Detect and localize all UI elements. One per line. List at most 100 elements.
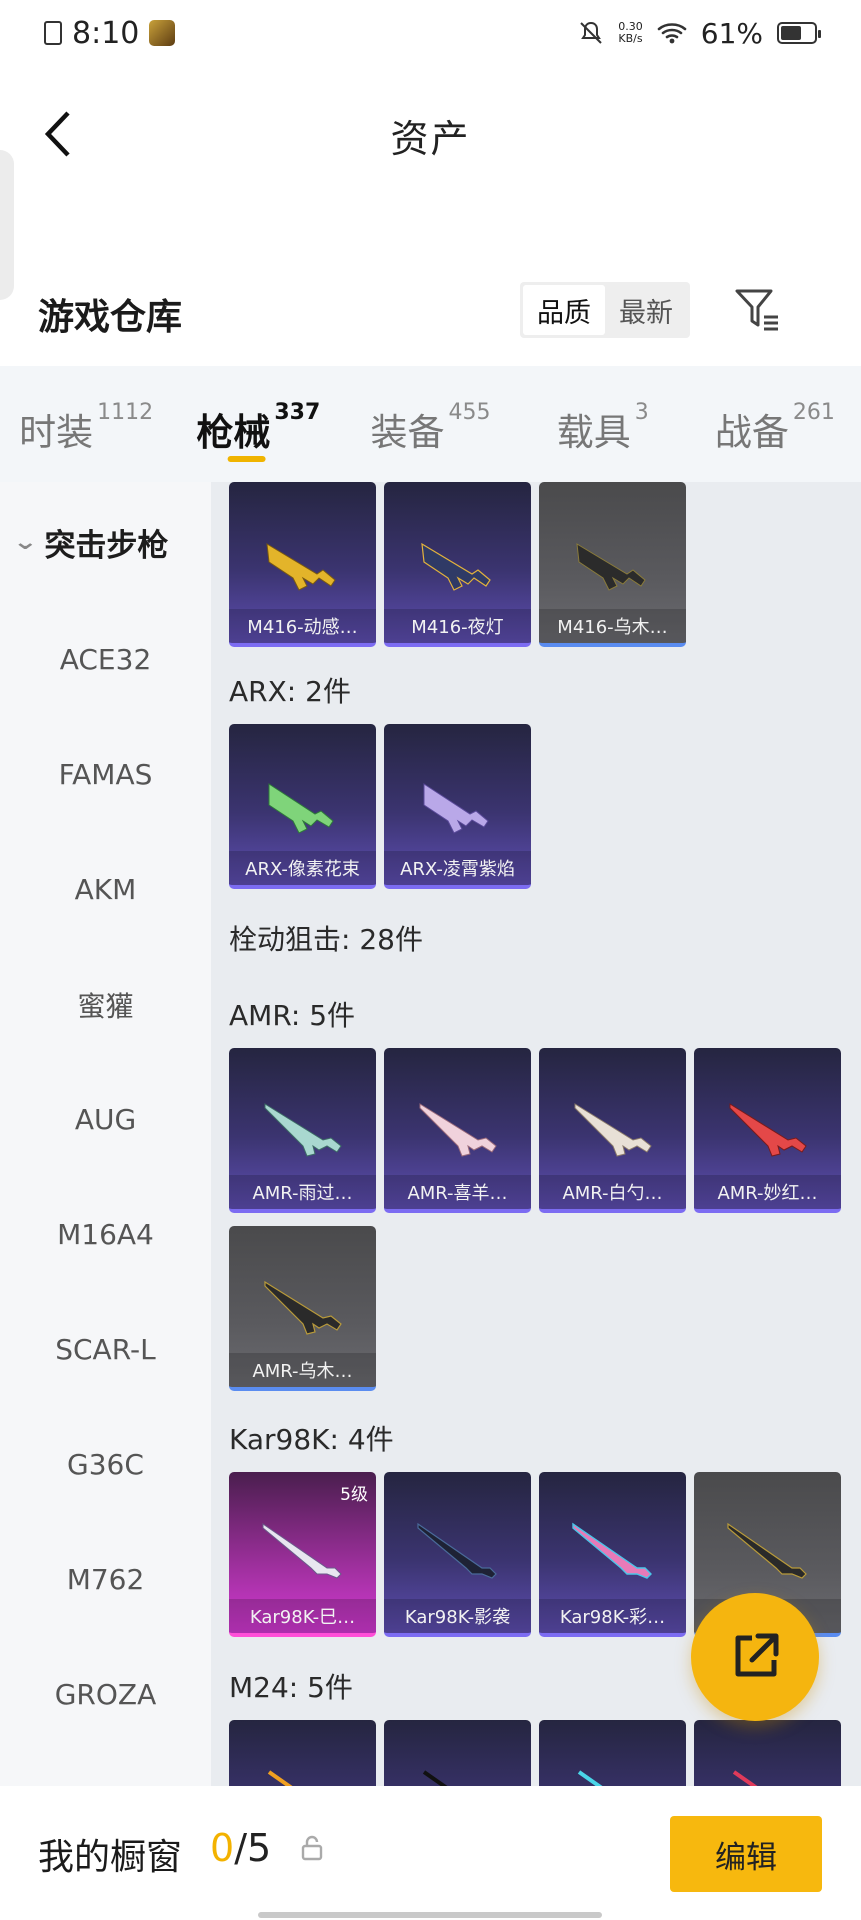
tab-count: 261 xyxy=(792,400,835,425)
weapon-card[interactable]: 5级 Kar98K-巳… xyxy=(229,1472,376,1637)
tab-count: 1112 xyxy=(97,400,154,425)
rifle-icon xyxy=(267,1770,293,1786)
sort-quality-button[interactable]: 品质 xyxy=(523,285,605,335)
category-tabs: 时装 1112 枪械 337 装备 455 载具 3 战备 261 xyxy=(0,366,861,482)
weapon-card[interactable]: AMR-雨过… xyxy=(229,1048,376,1213)
weapon-grid: M416-动感… M416-夜灯 M416-乌木… ARX: 2件 ARX-像素… xyxy=(211,482,861,1786)
net-speed-unit: KB/s xyxy=(618,32,643,45)
rifle-icon xyxy=(423,783,489,834)
battery-icon xyxy=(777,22,821,44)
sniper-icon xyxy=(264,1103,342,1157)
sidebar-item-honey-badger[interactable]: 蜜獾 xyxy=(0,947,211,1062)
status-bar: 8:10 0.30 KB/s 61% xyxy=(0,0,861,66)
weapon-name: AMR-雨过… xyxy=(229,1175,376,1209)
weapon-card[interactable] xyxy=(539,1720,686,1786)
section-amr: AMR: 5件 xyxy=(229,999,356,1032)
sniper-icon xyxy=(574,1103,652,1157)
tab-guns[interactable]: 枪械 337 xyxy=(172,366,344,482)
tab-label: 载具 xyxy=(556,411,631,454)
weapon-name: M416-乌木… xyxy=(539,609,686,643)
sidebar-item-g36c[interactable]: G36C xyxy=(0,1407,211,1522)
weapon-name: AMR-妙红… xyxy=(694,1175,841,1209)
sidebar-item-ace32[interactable]: ACE32 xyxy=(0,602,211,717)
sidebar-item-m16a4[interactable]: M16A4 xyxy=(0,1177,211,1292)
weapon-name: AMR-白勺… xyxy=(539,1175,686,1209)
wifi-icon xyxy=(657,23,687,44)
weapon-card[interactable]: AMR-喜羊… xyxy=(384,1048,531,1213)
sidebar-group-assault-rifles[interactable]: ⌄ 突击步枪 xyxy=(0,482,211,602)
weapon-name: ARX-像素花束 xyxy=(229,851,376,885)
edit-button[interactable]: 编辑 xyxy=(670,1816,822,1892)
rifle-icon xyxy=(572,1522,652,1579)
sidebar-item-m762[interactable]: M762 xyxy=(0,1522,211,1637)
sniper-icon xyxy=(264,1280,342,1335)
weapon-card[interactable] xyxy=(229,1720,376,1786)
tab-label: 装备 xyxy=(370,411,445,454)
share-button[interactable] xyxy=(691,1593,819,1721)
weapon-name: Kar98K-彩… xyxy=(539,1599,686,1633)
sidebar-item-akm[interactable]: AKM xyxy=(0,832,211,947)
sort-toggle: 品质 最新 xyxy=(520,282,690,338)
showcase-total: /5 xyxy=(234,1826,272,1870)
section-m24: M24: 5件 xyxy=(229,1671,353,1704)
showcase-current: 0 xyxy=(210,1826,235,1870)
weapon-card[interactable]: ARX-像素花束 xyxy=(229,724,376,889)
tab-skins[interactable]: 时装 1112 xyxy=(0,366,172,482)
weapon-name: AMR-乌木… xyxy=(229,1353,376,1387)
level-badge: 5级 xyxy=(340,1485,368,1505)
weapon-name: AMR-喜羊… xyxy=(384,1175,531,1209)
tab-count: 455 xyxy=(448,400,491,425)
tab-label: 枪械 xyxy=(196,411,271,454)
weapon-name: M416-夜灯 xyxy=(384,609,531,643)
rifle-icon xyxy=(417,1522,497,1579)
tab-count: 337 xyxy=(274,400,321,425)
sidebar-item-groza[interactable]: GROZA xyxy=(0,1637,211,1752)
weapon-card[interactable]: M416-夜灯 xyxy=(384,482,531,647)
weapon-card[interactable]: M416-乌木… xyxy=(539,482,686,647)
sidebar-group-label: 突击步枪 xyxy=(44,527,169,564)
tab-supplies[interactable]: 战备 261 xyxy=(689,366,861,482)
weapon-card[interactable]: M416-动感… xyxy=(229,482,376,647)
app-icon xyxy=(149,20,176,46)
weapon-card[interactable]: Kar98K-彩… xyxy=(539,1472,686,1637)
filter-button[interactable] xyxy=(730,282,786,338)
weapon-name: M416-动感… xyxy=(229,609,376,643)
share-icon xyxy=(735,1633,779,1677)
weapon-card[interactable]: ARX-凌霄紫焰 xyxy=(384,724,531,889)
chevron-down-icon: ⌄ xyxy=(12,529,39,555)
rifle-icon xyxy=(421,542,491,591)
tab-count: 3 xyxy=(634,400,649,425)
sidebar-item-famas[interactable]: FAMAS xyxy=(0,717,211,832)
sort-newest-button[interactable]: 最新 xyxy=(605,285,687,335)
weapon-card[interactable]: AMR-妙红… xyxy=(694,1048,841,1213)
rifle-icon xyxy=(262,1523,342,1579)
warehouse-title: 游戏仓库 xyxy=(38,297,183,338)
rifle-icon xyxy=(268,783,334,834)
rifle-icon xyxy=(577,1770,603,1786)
page-title: 资产 xyxy=(390,117,471,161)
rifle-icon xyxy=(576,543,646,591)
sidebar-item-scar-l[interactable]: SCAR-L xyxy=(0,1292,211,1407)
mute-icon xyxy=(580,21,602,44)
lock-icon xyxy=(301,1835,323,1861)
active-tab-indicator xyxy=(227,456,266,462)
weapon-card[interactable]: AMR-乌木… xyxy=(229,1226,376,1391)
weapon-card[interactable] xyxy=(384,1720,531,1786)
weapon-type-sidebar: ⌄ 突击步枪 ACE32 FAMAS AKM 蜜獾 AUG M16A4 SCAR… xyxy=(0,482,211,1786)
weapon-card[interactable]: Kar98K-影袭 xyxy=(384,1472,531,1637)
weapon-card[interactable] xyxy=(694,1720,841,1786)
status-time: 8:10 xyxy=(72,15,140,51)
tab-label: 战备 xyxy=(714,411,789,454)
tab-label: 时装 xyxy=(19,411,94,454)
sniper-icon xyxy=(419,1103,497,1157)
weapon-card[interactable]: AMR-白勺… xyxy=(539,1048,686,1213)
tab-equipment[interactable]: 装备 455 xyxy=(344,366,516,482)
tab-vehicles[interactable]: 载具 3 xyxy=(517,366,689,482)
app-header: 资产 xyxy=(0,90,861,300)
showcase-label: 我的橱窗 xyxy=(38,1837,183,1878)
weapon-name: Kar98K-巳… xyxy=(229,1599,376,1633)
showcase-bar: 我的橱窗 0/5 编辑 xyxy=(0,1786,861,1920)
rifle-icon xyxy=(727,1522,807,1579)
section-bolt-action: 栓动狙击: 28件 xyxy=(229,923,423,956)
sidebar-item-aug[interactable]: AUG xyxy=(0,1062,211,1177)
